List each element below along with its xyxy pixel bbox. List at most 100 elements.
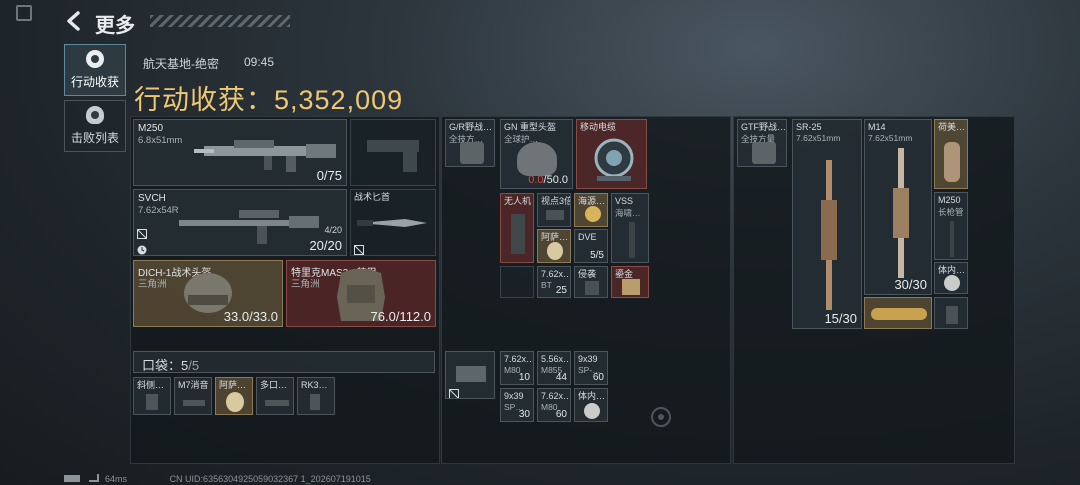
pouch-item[interactable]: 7.62x… M80 10 [500,351,534,385]
grip-icon [946,306,958,324]
ammo-count: 0/75 [316,168,342,183]
cable-reel-icon [594,138,634,181]
pocket-item[interactable]: M7消音 [174,377,212,415]
backpack-item[interactable]: DVE 5/5 [574,229,608,263]
weapon-item[interactable]: SR-25 7.62x51mm 15/30 [792,119,862,329]
chest-rig-slot[interactable]: G/R野战… 全技方… [445,119,495,167]
backpack-item[interactable]: 7.62x… BT 25 [537,266,571,298]
storage-item[interactable]: 体内… [934,262,968,294]
ammo-count: 15/30 [824,311,857,326]
sidearm-slot[interactable] [350,119,436,186]
armor-origin: 三角洲 [291,279,320,290]
knife-icon [357,219,427,227]
secondary-weapon-slot[interactable]: SVCH 7.62x54R 4/20 20/20 [133,189,347,256]
backpack-item[interactable]: 视点3倍 [537,193,571,227]
map-time: 09:45 [244,55,275,69]
backpack-item[interactable]: GN 重型头盔 全球护… 0.0/50.0 [500,119,573,189]
heavy-helmet-icon [517,142,557,176]
scope-icon [546,210,564,220]
pocket-total: /5 [188,358,200,373]
backpack-item[interactable]: 移动电缆 [576,119,647,189]
pouch-item[interactable]: 体内… [574,388,608,422]
backpack-item[interactable]: VSS 海啸… [611,193,649,263]
tab-label: 行动收获 [70,75,119,89]
item-name: M250 [938,195,961,205]
armor-slot[interactable]: 特里克MAS2.0装甲 三角洲 76.0/112.0 [286,260,436,327]
storage-item[interactable] [934,297,968,329]
rig-icon [752,142,776,164]
item-name: M7消音 [178,380,209,390]
backpack-item[interactable]: 侵袭 [574,266,608,298]
clock-item-icon [944,275,960,291]
item-name: 无人机 [504,196,532,206]
pouch-slot[interactable] [445,351,495,399]
suppressor-icon [183,400,205,406]
backpack-item[interactable]: 无人机 [500,193,534,263]
pouch-item[interactable]: 9x39 SP-… 60 [574,351,608,385]
pouch-item[interactable]: 5.56x… M855 44 [537,351,571,385]
item-name: DVE [578,232,597,242]
card-icon [622,279,640,295]
status-indicator-icon [16,5,32,21]
item-count: 5/5 [590,250,604,261]
crosshair-icon [651,407,671,427]
pocket-item[interactable]: 多口… [256,377,294,415]
no-insure-icon [353,242,365,255]
storage-item[interactable]: M250 长枪管 [934,192,968,260]
coin-icon [86,50,104,68]
pocket-label: 口袋： [142,358,182,373]
item-count: 30 [518,409,530,420]
sniper-rifle-icon [179,210,319,244]
amulet-icon [226,392,244,412]
durability-current: 0.0 [528,174,544,186]
item-name: 体内… [578,391,606,401]
empty-slot[interactable] [500,266,534,298]
muzzle-icon [265,400,289,406]
gold-coin-icon [585,206,601,222]
pocket-item[interactable]: 阿萨… [215,377,253,415]
figurine-icon [944,142,960,182]
storage-item[interactable] [864,297,932,329]
back-arrow-icon[interactable] [64,10,86,32]
weapon-caliber: 7.62x54R [138,205,179,216]
item-name: 移动电缆 [580,122,617,132]
item-name: M14 [868,122,886,132]
mag-count: 4/20 [324,225,342,235]
pouch-item[interactable]: 9x39 SP… 30 [500,388,534,422]
rifle-vertical-icon [821,160,837,310]
primary-weapon-slot[interactable]: M250 6.8x51mm 0/75 [133,119,347,186]
item-name: 侵袭 [578,269,597,279]
helmet-origin: 三角洲 [138,279,167,290]
pocket-item[interactable]: RK3… [297,377,335,415]
helmet-slot[interactable]: DICH-1战术头盔 三角洲 33.0/33.0 [133,260,283,327]
no-insure-icon [448,386,459,398]
pistol-silhouette-icon [367,140,419,172]
item-caliber: 7.62x51mm [868,133,913,143]
no-insure-icon [136,226,148,240]
item-name: SR-25 [796,122,822,132]
clock-icon [137,242,147,255]
durability: 0.0/50.0 [528,174,568,186]
durability: 76.0/112.0 [370,309,431,324]
backpack-item[interactable]: 阿萨… [537,229,571,263]
weapon-item[interactable]: M14 7.62x51mm 30/30 [864,119,932,295]
item-name: 斜侧… [137,380,165,390]
item-count: 10 [518,372,530,383]
wallet-icon [456,366,486,382]
backpack-item[interactable]: 海源… [574,193,608,227]
item-name: 7.62x… [541,391,571,401]
rig-slot[interactable]: GTF野战… 全技方量 [737,119,787,167]
harvest-total: 行动收获：5,352,009 [134,78,403,117]
ping: 64ms [105,474,128,484]
pouch-item[interactable]: 7.62x… M80 60 [537,388,571,422]
item-name: 视点3倍 [541,196,571,206]
storage-item[interactable]: 荷美… [934,119,968,189]
tab-kill-list[interactable]: 击败列表 [64,100,126,152]
page-title: 更多 [95,15,135,37]
backpack-item[interactable]: 鎏金 [611,266,649,298]
tab-action-harvest[interactable]: 行动收获 [64,44,126,96]
item-name: GN 重型头盔 [504,122,557,132]
melee-slot[interactable]: 战术匕首 [350,189,436,256]
pocket-item[interactable]: 斜侧… [133,377,171,415]
melee-name: 战术匕首 [354,192,391,202]
